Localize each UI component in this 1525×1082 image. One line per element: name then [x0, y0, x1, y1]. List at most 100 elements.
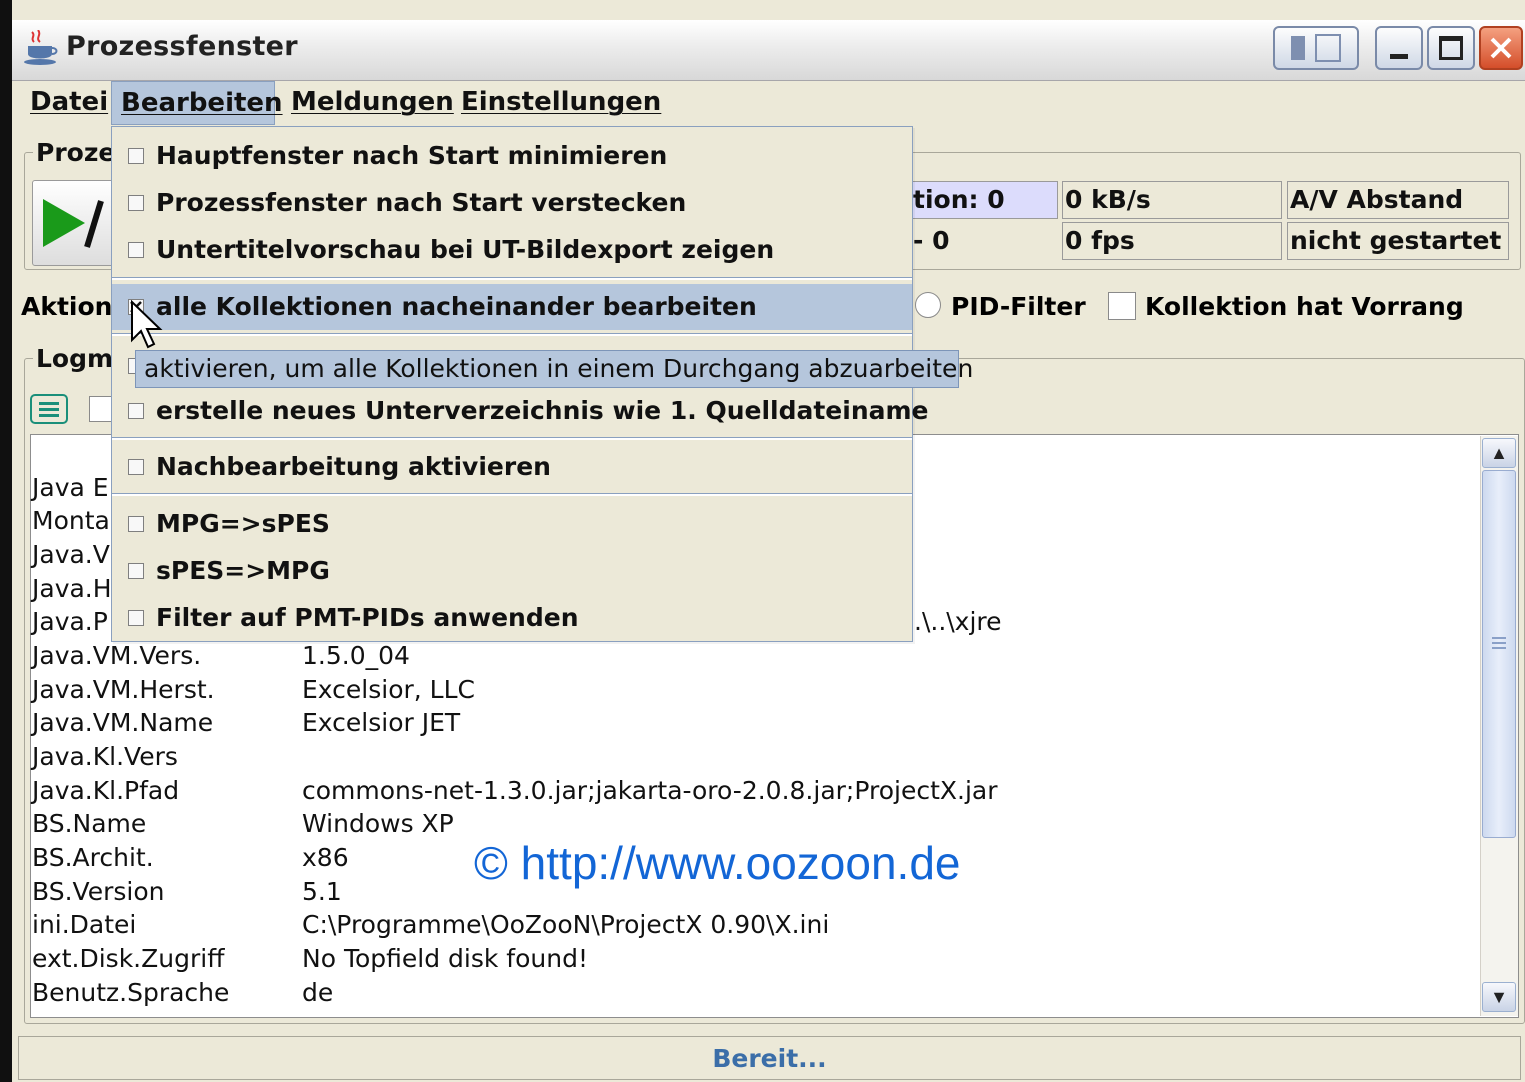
menu-item-minimize-main[interactable]: Hauptfenster nach Start minimieren	[112, 133, 912, 179]
log-key: Java.VM.Herst.	[32, 675, 215, 704]
log-view-icon[interactable]	[30, 394, 68, 424]
checkbox-icon	[128, 610, 144, 626]
dropdown-arrow-icon	[1291, 36, 1305, 60]
av-distance-label: A/V Abstand	[1287, 181, 1509, 219]
log-key: BS.Archit.	[32, 843, 154, 872]
log-value: Windows XP	[302, 809, 454, 838]
collection-priority-label: Kollektion hat Vorrang	[1145, 292, 1464, 321]
checkbox-icon	[128, 242, 144, 258]
log-key: Benutz.Sprache	[32, 978, 230, 1007]
menu-item-label: MPG=>sPES	[156, 509, 330, 538]
checkbox-icon	[128, 195, 144, 211]
menu-item-pmt-pid-filter[interactable]: Filter auf PMT-PIDs anwenden	[112, 595, 912, 641]
menu-item-label: Prozessfenster nach Start verstecken	[156, 188, 687, 217]
menu-separator	[112, 333, 912, 336]
log-group-label: Logm	[33, 344, 117, 373]
window-extra-button[interactable]	[1273, 26, 1359, 70]
minimize-button[interactable]	[1375, 26, 1423, 70]
play-pause-icon	[43, 199, 104, 248]
arrow-up-icon: ▲	[1490, 442, 1508, 463]
checkbox-icon	[128, 459, 144, 475]
menu-einstellungen[interactable]: Einstellungen	[452, 81, 670, 125]
checkbox-icon	[128, 403, 144, 419]
log-value: No Topfield disk found!	[302, 944, 588, 973]
menu-separator	[112, 493, 912, 496]
log-scrollbar[interactable]: ▲ ▼	[1480, 436, 1518, 1016]
menu-label: Datei	[30, 87, 109, 117]
menu-item-new-subdirectory[interactable]: erstelle neues Unterverzeichnis wie 1. Q…	[112, 388, 929, 434]
mouse-cursor-icon	[131, 300, 163, 349]
menu-item-label: Untertitelvorschau bei UT-Bildexport zei…	[156, 235, 775, 264]
log-key: Java.VM.Name	[32, 708, 214, 737]
app-window: Prozessfenster Datei Bearbeiten Meldunge…	[0, 0, 1525, 1082]
menu-label: Einstellungen	[461, 87, 662, 117]
menu-datei[interactable]: Datei	[21, 81, 117, 125]
checkbox-icon	[128, 148, 144, 164]
menu-label: Bearbeiten	[121, 88, 283, 118]
menu-item-label: Hauptfenster nach Start minimieren	[156, 141, 668, 170]
close-button[interactable]	[1479, 26, 1523, 70]
menu-item-process-all-collections[interactable]: alle Kollektionen nacheinander bearbeite…	[112, 284, 912, 330]
maximize-button[interactable]	[1427, 26, 1475, 70]
menu-item-subtitle-preview[interactable]: Untertitelvorschau bei UT-Bildexport zei…	[112, 227, 912, 273]
pid-filter-label: PID-Filter	[951, 292, 1086, 321]
menu-item-hide-process-window[interactable]: Prozessfenster nach Start verstecken	[112, 180, 912, 226]
java-coffee-icon	[22, 29, 62, 66]
log-key: BS.Version	[32, 877, 165, 906]
status-bar: Bereit...	[18, 1036, 1521, 1080]
window-border	[0, 0, 12, 1082]
menu-item-mpg-to-spes[interactable]: MPG=>sPES	[112, 501, 912, 547]
menu-bearbeiten[interactable]: Bearbeiten	[111, 81, 283, 125]
checkbox-icon	[128, 563, 144, 579]
checkbox-icon	[128, 516, 144, 532]
log-key: Java E	[32, 473, 109, 502]
minimize-icon	[1390, 53, 1408, 59]
menu-item-spes-to-mpg[interactable]: sPES=>MPG	[112, 548, 912, 594]
maximize-icon	[1439, 36, 1463, 60]
log-key: Monta	[32, 506, 110, 535]
arrow-down-icon: ▼	[1490, 986, 1508, 1007]
log-value: C:\Programme\OoZooN\ProjectX 0.90\X.ini	[302, 910, 830, 939]
log-value: commons-net-1.3.0.jar;jakarta-oro-2.0.8.…	[302, 776, 998, 805]
log-key: ini.Datei	[32, 910, 137, 939]
menu-meldungen[interactable]: Meldungen	[282, 81, 463, 125]
menu-separator	[112, 437, 912, 440]
log-value: 5.1	[302, 877, 342, 906]
scroll-thumb[interactable]	[1482, 470, 1516, 838]
log-key: Java.Kl.Pfad	[32, 776, 180, 805]
collection-priority-checkbox[interactable]	[1108, 292, 1136, 320]
fps-field: 0 fps	[1062, 222, 1282, 260]
log-key: Java.P	[32, 607, 108, 636]
collection-field: tion: 0	[910, 181, 1058, 219]
action-label: Aktion:	[21, 292, 123, 321]
log-value: .\..\xjre	[914, 607, 1002, 636]
av-distance-value: nicht gestartet	[1287, 222, 1509, 260]
menu-item-label: alle Kollektionen nacheinander bearbeite…	[156, 292, 757, 321]
log-value: x86	[302, 843, 349, 872]
menu-bar: Datei Bearbeiten Meldungen Einstellungen	[12, 81, 1525, 125]
menu-item-label: sPES=>MPG	[156, 556, 330, 585]
menu-item-postprocessing[interactable]: Nachbearbeitung aktivieren	[112, 444, 912, 490]
log-key: Java.H	[32, 574, 112, 603]
window-title: Prozessfenster	[66, 31, 298, 62]
log-value: Excelsior JET	[302, 708, 461, 737]
watermark: © http://www.oozoon.de	[474, 837, 961, 889]
log-option-checkbox[interactable]	[89, 396, 113, 422]
menu-label: Meldungen	[291, 87, 454, 117]
process-group-label: Proze	[33, 138, 119, 167]
scroll-up-button[interactable]: ▲	[1482, 438, 1516, 468]
menu-item-label: Nachbearbeitung aktivieren	[156, 452, 551, 481]
log-value: Excelsior, LLC	[302, 675, 475, 704]
log-key: Java.Kl.Vers	[32, 742, 178, 771]
log-key: Java.VM.Vers.	[32, 641, 202, 670]
menu-item-label: Filter auf PMT-PIDs anwenden	[156, 603, 579, 632]
log-key: BS.Name	[32, 809, 147, 838]
log-key: Java.V	[32, 540, 110, 569]
pid-filter-radio[interactable]	[915, 292, 941, 318]
close-icon	[1490, 37, 1512, 59]
collection-field-row2: - 0	[910, 222, 1058, 260]
scroll-down-button[interactable]: ▼	[1482, 982, 1516, 1012]
window-restore-icon	[1315, 34, 1341, 62]
rate-field: 0 kB/s	[1062, 181, 1282, 219]
tooltip: aktivieren, um alle Kollektionen in eine…	[135, 350, 973, 388]
